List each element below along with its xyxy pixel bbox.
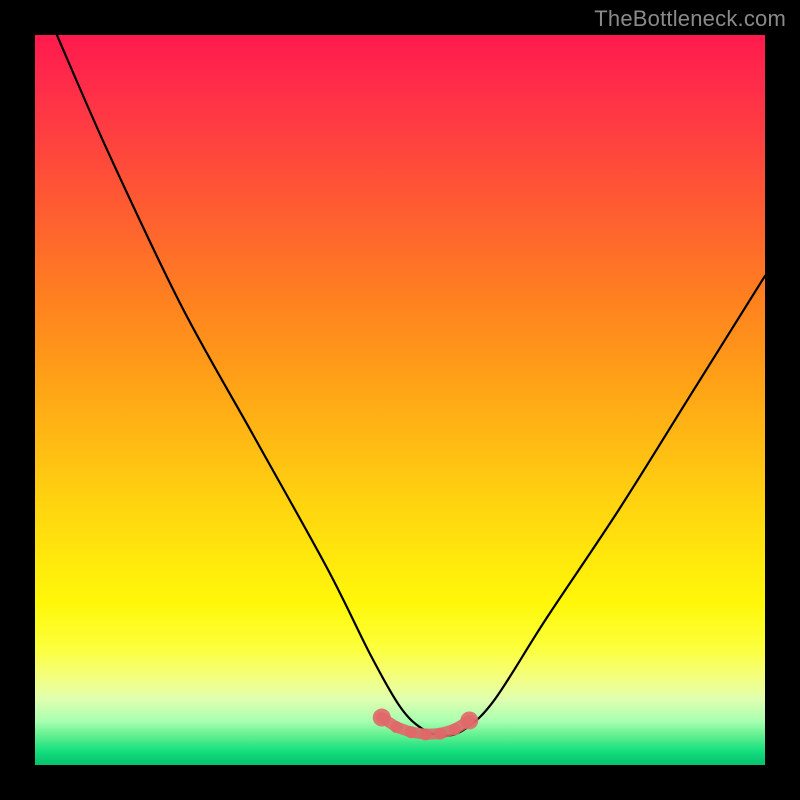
optimal-range-markers — [373, 709, 479, 741]
curve-svg — [35, 35, 765, 765]
optimal-range-dot — [390, 721, 402, 733]
bottleneck-curve — [57, 35, 765, 736]
optimal-range-dot — [420, 728, 432, 740]
optimal-range-dot — [434, 728, 446, 740]
chart-frame: TheBottleneck.com — [0, 0, 800, 800]
plot-area — [35, 35, 765, 765]
optimal-range-dot — [405, 726, 417, 738]
optimal-range-dot — [449, 723, 461, 735]
optimal-range-dot — [373, 709, 391, 727]
watermark-text: TheBottleneck.com — [594, 6, 786, 32]
optimal-range-dot — [460, 711, 478, 729]
